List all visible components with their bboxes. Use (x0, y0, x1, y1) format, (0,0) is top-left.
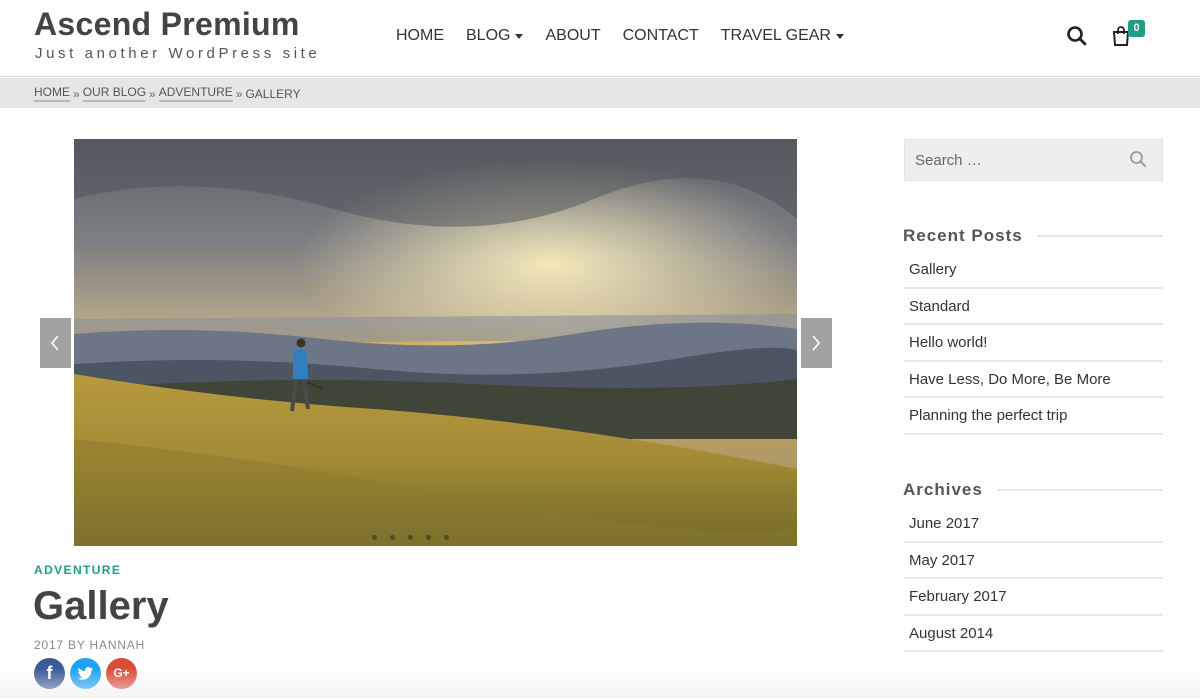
bottom-fade (0, 668, 1200, 698)
recent-post-link[interactable]: Standard (904, 289, 1163, 326)
post-category-link[interactable]: ADVENTURE (34, 563, 121, 577)
recent-posts-list: Gallery Standard Hello world! Have Less,… (904, 252, 1163, 435)
slider-dot[interactable] (372, 535, 377, 540)
archive-link[interactable]: June 2017 (904, 506, 1163, 543)
site-tagline: Just another WordPress site (35, 45, 321, 62)
post-title: Gallery (33, 584, 169, 628)
breadcrumb-separator: » (149, 86, 156, 101)
archive-link[interactable]: February 2017 (904, 579, 1163, 616)
site-header: Ascend Premium Just another WordPress si… (0, 0, 1200, 77)
divider (996, 489, 1163, 491)
recent-post-link[interactable]: Planning the perfect trip (904, 398, 1163, 435)
widget-title-text: Recent Posts (903, 226, 1023, 245)
slider-prev-button[interactable] (40, 318, 71, 368)
breadcrumb-current: GALLERY (245, 86, 301, 101)
slider-dot[interactable] (426, 535, 431, 540)
nav-item-travel-gear[interactable]: TRAVEL GEAR (721, 27, 844, 45)
widget-title-text: Archives (903, 480, 983, 499)
divider (1036, 235, 1163, 237)
search-icon[interactable] (1066, 25, 1088, 47)
post-byline: 2017 BY HANNAH (34, 638, 146, 652)
breadcrumb-separator: » (235, 86, 243, 101)
recent-post-link[interactable]: Gallery (904, 252, 1163, 289)
search-submit-button[interactable] (1129, 150, 1151, 172)
chevron-left-icon (50, 335, 59, 351)
recent-post-link[interactable]: Have Less, Do More, Be More (904, 362, 1163, 399)
search-icon (1130, 151, 1146, 167)
archives-heading: Archives (903, 480, 1163, 500)
breadcrumb-link-home[interactable]: HOME (34, 85, 70, 102)
breadcrumb-link-our-blog[interactable]: OUR BLOG (82, 85, 147, 102)
nav-label: CONTACT (622, 27, 699, 44)
cart-count-badge: 0 (1128, 20, 1145, 37)
twitter-icon (77, 667, 94, 680)
gallery-slider-image[interactable] (74, 139, 797, 546)
nav-item-blog[interactable]: BLOG (466, 27, 524, 45)
nav-label: TRAVEL GEAR (720, 27, 831, 44)
nav-label: ABOUT (545, 27, 601, 44)
google-plus-icon: G+ (113, 666, 130, 680)
search-input[interactable] (905, 140, 1125, 180)
slider-next-button[interactable] (801, 318, 832, 368)
facebook-icon: f (46, 663, 53, 683)
google-plus-share-button[interactable]: G+ (106, 658, 137, 689)
facebook-share-button[interactable]: f (34, 658, 65, 689)
slider-dot[interactable] (444, 535, 449, 540)
caret-down-icon (835, 33, 844, 39)
nav-item-contact[interactable]: CONTACT (623, 27, 699, 45)
site-title[interactable]: Ascend Premium (34, 6, 300, 43)
caret-down-icon (515, 33, 524, 39)
archive-link[interactable]: May 2017 (904, 543, 1163, 580)
nav-label: BLOG (466, 27, 511, 44)
slider-dot[interactable] (408, 535, 413, 540)
chevron-right-icon (812, 335, 821, 351)
breadcrumb: HOME » OUR BLOG » ADVENTURE » GALLERY (0, 78, 1200, 108)
slider-dot[interactable] (390, 535, 395, 540)
recent-posts-heading: Recent Posts (903, 226, 1163, 246)
archives-list: June 2017 May 2017 February 2017 August … (904, 506, 1163, 653)
archive-link[interactable]: August 2014 (904, 616, 1163, 653)
nav-item-about[interactable]: ABOUT (545, 27, 600, 45)
breadcrumb-link-adventure[interactable]: ADVENTURE (158, 85, 233, 102)
sidebar-search-form (904, 139, 1163, 181)
nav-item-home[interactable]: HOME (396, 27, 444, 45)
twitter-share-button[interactable] (70, 658, 101, 689)
main-nav: HOME BLOG ABOUT CONTACT TRAVEL GEAR (396, 27, 866, 45)
slider-dots (372, 535, 449, 540)
nav-label: HOME (396, 27, 444, 44)
recent-post-link[interactable]: Hello world! (904, 325, 1163, 362)
breadcrumb-separator: » (73, 86, 80, 101)
